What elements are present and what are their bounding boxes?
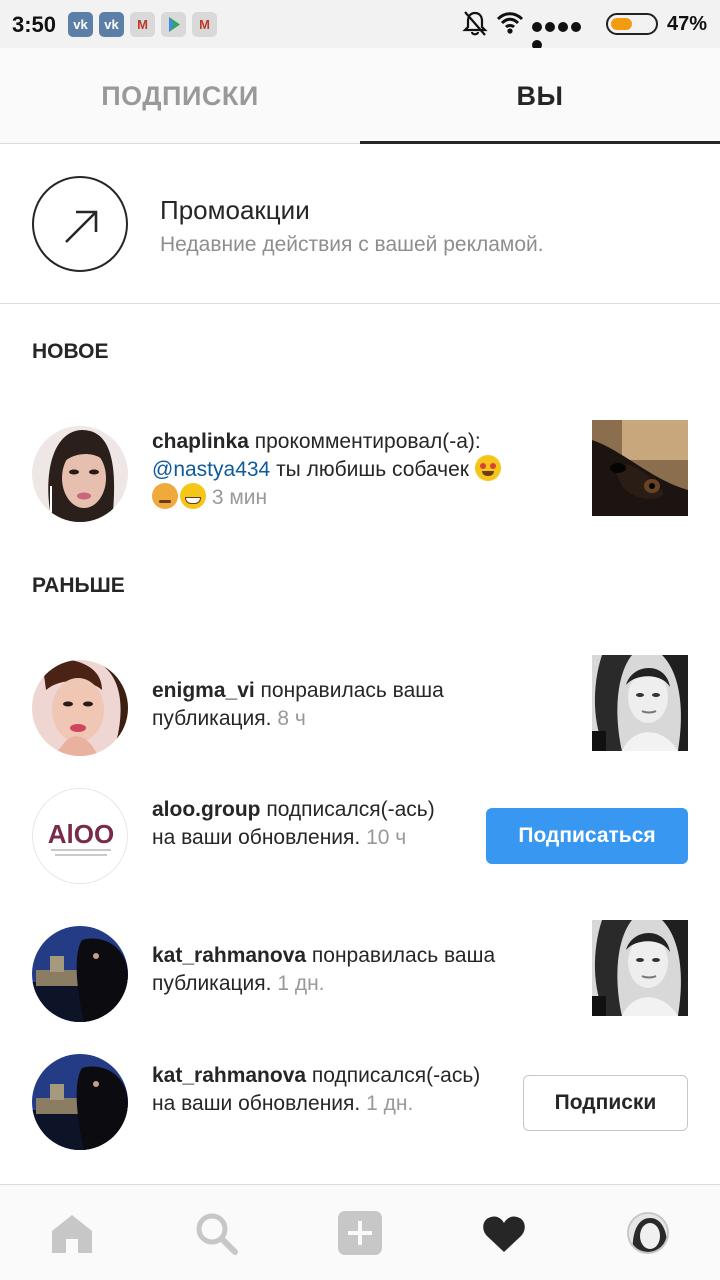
section-new-header: НОВОЕ — [32, 340, 109, 363]
notification-text: kat_rahmanova подписался(-ась) на ваши о… — [152, 1062, 482, 1118]
post-thumbnail[interactable] — [592, 420, 688, 516]
notification-row[interactable]: kat_rahmanova понравилась ваша публикаци… — [0, 920, 720, 1022]
notification-text: aloo.group подписался(-ась) на ваши обно… — [152, 796, 462, 852]
promotions-subtitle: Недавние действия с вашей рекламой. — [160, 233, 544, 256]
notification-row[interactable]: enigma_vi понравилась ваша публикация. 8… — [0, 655, 720, 759]
notification-text: chaplinka прокомментировал(-а): @nastya4… — [152, 428, 572, 512]
post-thumbnail[interactable] — [592, 920, 688, 1016]
follow-button[interactable]: Подписаться — [486, 808, 688, 864]
avatar[interactable] — [32, 660, 128, 756]
profile-avatar[interactable] — [627, 1212, 669, 1254]
tab-following[interactable]: ПОДПИСКИ — [0, 48, 360, 144]
bell-off-icon — [462, 11, 488, 36]
following-button[interactable]: Подписки — [523, 1075, 688, 1131]
battery-percent: 47% — [667, 13, 708, 35]
play-store-icon — [161, 12, 186, 37]
notification-row[interactable]: kat_rahmanova подписался(-ась) на ваши о… — [0, 1054, 720, 1154]
bottom-navigation — [0, 1184, 720, 1280]
status-time: 3:50 — [12, 12, 57, 37]
gmail-icon: M — [130, 12, 155, 37]
notification-time: 3 мин — [211, 486, 268, 509]
battery-icon — [606, 13, 658, 35]
avatar[interactable] — [32, 1054, 128, 1150]
aloo-logo-text: AlOO — [48, 819, 114, 849]
notification-time: 1 дн. — [277, 972, 325, 995]
active-tab-indicator — [360, 141, 720, 144]
section-earlier-header: РАНЬШЕ — [32, 574, 125, 597]
gmail-icon: M — [192, 12, 217, 37]
pouting-emoji-icon — [152, 483, 178, 510]
add-post-icon[interactable] — [336, 1209, 384, 1257]
vk-icon: vk — [99, 12, 124, 37]
avatar[interactable] — [32, 926, 128, 1022]
signal-icon — [532, 19, 596, 50]
username-link[interactable]: aloo.group — [152, 798, 261, 821]
avatar[interactable] — [32, 426, 128, 522]
notification-row[interactable]: AlOO aloo.group подписался(-ась) на ваши… — [0, 788, 720, 888]
notification-row[interactable]: chaplinka прокомментировал(-а): @nastya4… — [0, 420, 720, 530]
grinning-emoji-icon — [180, 483, 206, 510]
notification-time: 1 дн. — [366, 1092, 414, 1115]
wifi-icon — [496, 12, 524, 34]
vk-icon: vk — [68, 12, 93, 37]
promotions-entry[interactable]: Промоакции Недавние действия с вашей рек… — [0, 145, 720, 304]
avatar[interactable]: AlOO — [32, 788, 128, 884]
username-link[interactable]: kat_rahmanova — [152, 1064, 306, 1087]
activity-heart-icon[interactable] — [480, 1209, 528, 1257]
tab-you[interactable]: ВЫ — [360, 48, 720, 144]
promotions-icon — [32, 176, 128, 272]
activity-tabs: ПОДПИСКИ ВЫ — [0, 48, 720, 144]
notification-time: 8 ч — [277, 707, 306, 730]
username-link[interactable]: enigma_vi — [152, 679, 255, 702]
heart-eyes-emoji-icon — [474, 455, 501, 482]
username-link[interactable]: kat_rahmanova — [152, 944, 306, 967]
comment-text: ты любишь собачек — [270, 458, 469, 481]
notification-action: прокомментировал(-а): — [248, 430, 481, 453]
home-icon[interactable] — [48, 1209, 96, 1257]
notification-time: 10 ч — [366, 826, 407, 849]
username-link[interactable]: chaplinka — [152, 430, 249, 453]
promotions-title: Промоакции — [160, 195, 310, 225]
post-thumbnail[interactable] — [592, 655, 688, 751]
mention-link[interactable]: @nastya434 — [152, 458, 270, 481]
search-icon[interactable] — [192, 1209, 240, 1257]
status-bar: 3:50 vk vk M M 47% — [0, 0, 720, 50]
notification-text: kat_rahmanova понравилась ваша публикаци… — [152, 942, 552, 998]
notification-text: enigma_vi понравилась ваша публикация. 8… — [152, 677, 482, 733]
